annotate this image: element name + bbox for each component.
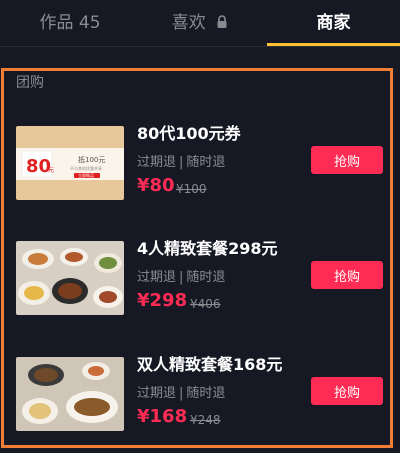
deal-thumbnail: 80 元 抵100元 不与其他优惠共享 立即购买 (16, 126, 124, 200)
deal-thumbnail (16, 241, 124, 315)
deal-item[interactable]: 双人精致套餐168元 过期退 | 随时退 ¥168 ¥248 抢购 (16, 351, 386, 451)
food-photo (16, 241, 124, 315)
tag-separator: | (179, 155, 184, 170)
voucher-line1: 抵100元 (78, 155, 105, 164)
tag-refund-anytime: 随时退 (186, 155, 226, 170)
food-photo (16, 357, 124, 431)
tag-separator: | (179, 386, 184, 401)
buy-button[interactable]: 抢购 (311, 261, 383, 289)
tab-likes-label: 喜欢 (171, 13, 206, 33)
section-title: 团购 (16, 75, 44, 91)
deal-item[interactable]: 4人精致套餐298元 过期退 | 随时退 ¥298 ¥406 抢购 (16, 235, 386, 335)
deal-tags: 过期退 | 随时退 (137, 382, 225, 401)
profile-tabs: 作品 45 喜欢 商家 (0, 0, 400, 47)
deal-price: ¥80 (137, 175, 175, 196)
voucher-line2: 不与其他优惠共享 (70, 165, 102, 171)
deal-title: 80代100元券 (137, 124, 241, 143)
tag-separator: | (179, 270, 184, 285)
buy-button[interactable]: 抢购 (311, 146, 383, 174)
tab-merchant[interactable]: 商家 (267, 0, 400, 46)
tag-refund-anytime: 随时退 (186, 270, 226, 285)
deal-original-price: ¥248 (190, 413, 221, 427)
lock-icon (217, 15, 227, 28)
tag-refund-expired: 过期退 (137, 386, 177, 401)
active-tab-indicator (267, 43, 400, 46)
deal-title: 4人精致套餐298元 (137, 239, 278, 258)
deal-price: ¥298 (137, 290, 188, 311)
tag-refund-expired: 过期退 (137, 155, 177, 170)
buy-button[interactable]: 抢购 (311, 377, 383, 405)
deal-tags: 过期退 | 随时退 (137, 151, 225, 170)
tab-works[interactable]: 作品 45 (20, 0, 120, 46)
tag-refund-anytime: 随时退 (186, 386, 226, 401)
tab-works-label: 作品 45 (39, 13, 101, 33)
deal-title: 双人精致套餐168元 (137, 355, 283, 374)
voucher-stamp: 立即购买 (78, 172, 94, 178)
deal-tags: 过期退 | 随时退 (137, 266, 225, 285)
voucher-unit: 元 (48, 167, 54, 174)
tab-likes[interactable]: 喜欢 (150, 0, 250, 46)
deal-thumbnail (16, 357, 124, 431)
tag-refund-expired: 过期退 (137, 270, 177, 285)
voucher-image: 80 元 抵100元 不与其他优惠共享 立即购买 (16, 126, 124, 200)
tab-merchant-label: 商家 (316, 13, 351, 33)
deal-original-price: ¥100 (176, 182, 207, 196)
deal-item[interactable]: 80 元 抵100元 不与其他优惠共享 立即购买 80代100元券 过期退 | 随时… (16, 120, 386, 220)
deal-original-price: ¥406 (190, 297, 221, 311)
deal-price: ¥168 (137, 406, 188, 427)
